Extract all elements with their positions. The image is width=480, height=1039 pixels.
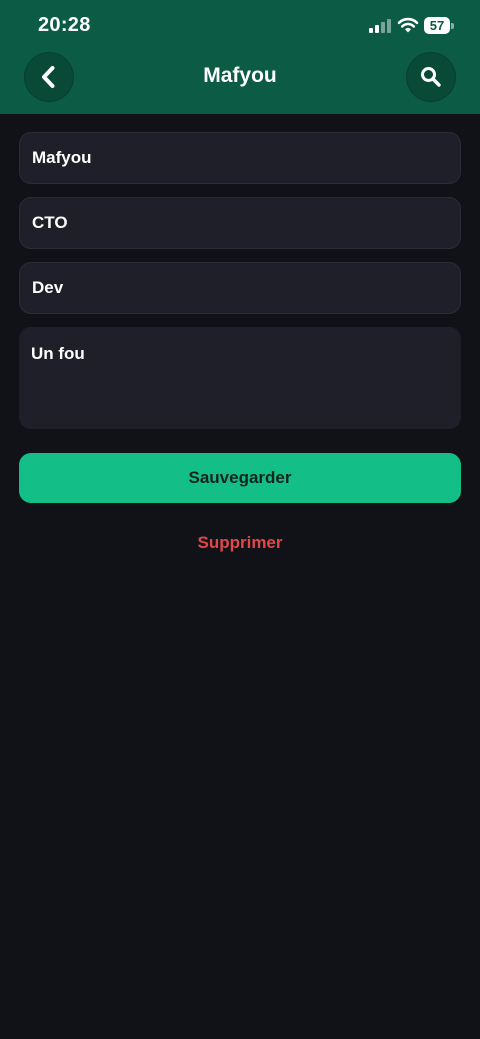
name-field[interactable]: Mafyou — [19, 132, 461, 184]
team-field[interactable]: Dev — [19, 262, 461, 314]
battery-icon: 57 — [424, 17, 454, 34]
battery-level: 57 — [424, 17, 450, 34]
app-header: 20:28 57 Mafyou — [0, 0, 480, 114]
team-field-value: Dev — [32, 278, 64, 297]
search-button[interactable] — [406, 52, 456, 102]
notes-textarea[interactable]: Un fou — [19, 327, 461, 429]
delete-button[interactable]: Supprimer — [0, 533, 480, 553]
name-field-value: Mafyou — [32, 148, 92, 167]
role-field[interactable]: CTO — [19, 197, 461, 249]
status-bar: 20:28 57 — [0, 0, 480, 50]
wifi-icon — [397, 17, 419, 33]
save-button[interactable]: Sauvegarder — [19, 453, 461, 503]
role-field-value: CTO — [32, 213, 68, 232]
cellular-signal-icon — [369, 19, 393, 33]
search-icon — [421, 67, 441, 87]
notes-textarea-value: Un fou — [31, 344, 85, 363]
status-time: 20:28 — [38, 14, 91, 36]
